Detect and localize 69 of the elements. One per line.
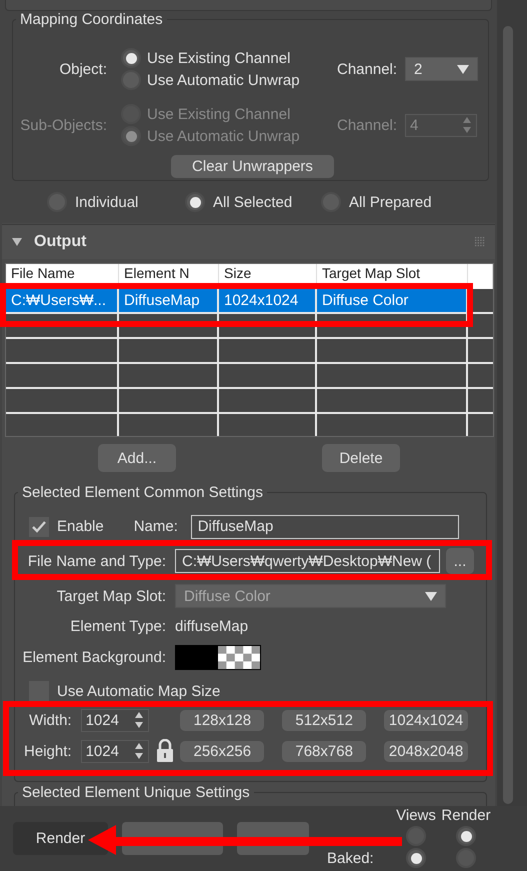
dropdown-caret-icon: [425, 592, 437, 600]
target-slot-dropdown[interactable]: Diffuse Color: [175, 584, 446, 608]
size-preset-button[interactable]: 768x768: [282, 740, 366, 762]
field-label: Width:: [28, 712, 73, 728]
field-label: Element Background:: [22, 649, 167, 666]
table-cell[interactable]: Diffuse Color: [317, 289, 468, 312]
option-label: Use Automatic Unwrap: [147, 72, 300, 88]
size-preset-button[interactable]: 512x512: [282, 710, 366, 730]
column-header: Render: [441, 806, 491, 824]
field-label: Channel:: [337, 60, 398, 78]
row-label: Baked:: [327, 850, 374, 866]
size-preset-button[interactable]: 1024x1024: [384, 710, 468, 730]
element-type-value: diffuseMap: [175, 618, 250, 635]
option-label: Use Automatic Unwrap: [147, 128, 300, 144]
group-title: Selected Element Unique Settings: [21, 784, 251, 801]
size-preset-button[interactable]: 128x128: [180, 710, 264, 730]
radio-button[interactable]: [121, 70, 141, 90]
checkbox[interactable]: [29, 681, 49, 701]
add-button[interactable]: Add...: [98, 444, 176, 472]
field-label: Height:: [23, 742, 73, 760]
group-title: Selected Element Common Settings: [21, 484, 264, 501]
option-label: Use Existing Channel: [147, 106, 290, 122]
height-spinner[interactable]: 1024: [80, 740, 150, 762]
scrollbar-thumb[interactable]: [503, 26, 513, 804]
name-field[interactable]: DiffuseMap: [190, 514, 459, 538]
channel-dropdown[interactable]: 2: [405, 57, 478, 81]
checkbox[interactable]: [29, 516, 49, 536]
dropdown-caret-icon: [457, 64, 470, 74]
field-label: File Name and Type:: [26, 552, 167, 570]
field-label: Element Type:: [69, 618, 167, 635]
checkbox-label: Enable: [57, 518, 104, 535]
field-label: Object:: [58, 60, 108, 78]
width-spinner[interactable]: 1024: [80, 708, 150, 732]
clear-unwrappers-button[interactable]: Clear Unwrappers: [171, 155, 334, 178]
option-label: Individual: [75, 194, 138, 210]
table-cell[interactable]: 1024x1024: [219, 289, 317, 312]
table-cell[interactable]: DiffuseMap: [119, 289, 219, 312]
field-label: Name:: [134, 518, 179, 535]
radio-button[interactable]: [185, 192, 205, 212]
checkbox-label: Use Automatic Map Size: [57, 682, 220, 700]
spinner-arrows-icon[interactable]: [134, 711, 144, 729]
rollout-title: Output: [34, 233, 88, 251]
delete-button[interactable]: Delete: [322, 444, 400, 472]
radio-button[interactable]: [406, 848, 426, 868]
collapse-caret-icon[interactable]: [12, 238, 22, 246]
option-label: All Selected: [213, 194, 292, 210]
render-button[interactable]: Render: [13, 822, 108, 855]
spinner-arrows-icon[interactable]: [134, 742, 144, 760]
group-title: Mapping Coordinates: [19, 11, 164, 28]
radio-button[interactable]: [456, 848, 476, 868]
option-label: Use Existing Channel: [147, 50, 290, 66]
check-icon: [32, 520, 46, 532]
color-swatch[interactable]: [175, 645, 261, 670]
file-path-field[interactable]: C:₩Users₩qwerty₩Desktop₩New (: [175, 549, 440, 573]
field-label: Channel:: [337, 116, 398, 134]
browse-button[interactable]: ...: [446, 548, 474, 574]
lock-icon[interactable]: [156, 739, 174, 763]
rollout-header[interactable]: Output: [2, 224, 495, 259]
grip-icon[interactable]: [475, 237, 485, 247]
radio-button[interactable]: [121, 48, 141, 68]
column-header: Views: [396, 806, 436, 824]
field-label: Sub-Objects:: [19, 116, 108, 134]
radio-button[interactable]: [406, 826, 426, 846]
size-preset-button[interactable]: 256x256: [180, 740, 264, 762]
size-preset-button[interactable]: 2048x2048: [384, 740, 468, 762]
radio-button[interactable]: [456, 826, 476, 846]
table-cell[interactable]: C:₩Users₩...: [6, 289, 119, 312]
option-label: All Prepared: [349, 194, 432, 210]
field-label: Target Map Slot:: [56, 588, 167, 604]
